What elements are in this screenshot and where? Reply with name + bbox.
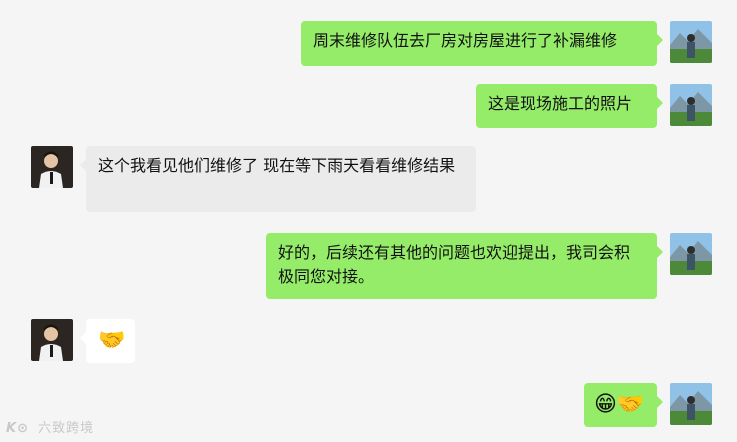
watermark-logo-icon: K⊙	[6, 421, 29, 436]
avatar-me[interactable]	[670, 84, 712, 126]
person-icon	[31, 146, 73, 188]
mountain-landscape-icon	[670, 21, 712, 63]
message-bubble-me[interactable]: 这是现场施工的照片	[476, 84, 663, 128]
mountain-landscape-icon	[670, 233, 712, 275]
mountain-landscape-icon	[670, 383, 712, 425]
avatar-me[interactable]	[670, 21, 712, 63]
avatar-other[interactable]	[31, 146, 73, 188]
avatar-me[interactable]	[670, 383, 712, 425]
message-bubble-other[interactable]: 🤝	[80, 319, 135, 363]
message-bubble-me[interactable]: 好的，后续还有其他的问题也欢迎提出，我司会积极同您对接。	[266, 233, 663, 299]
person-icon	[31, 319, 73, 361]
mountain-landscape-icon	[670, 84, 712, 126]
message-bubble-me[interactable]: 😁🤝	[584, 383, 663, 427]
message-bubble-me[interactable]: 周末维修队伍去厂房对房屋进行了补漏维修	[301, 21, 663, 66]
watermark: K⊙ 六致跨境	[6, 417, 94, 436]
watermark-text: 六致跨境	[38, 421, 95, 436]
avatar-other[interactable]	[31, 319, 73, 361]
avatar-me[interactable]	[670, 233, 712, 275]
message-bubble-other[interactable]: 这个我看见他们维修了 现在等下雨天看看维修结果	[80, 146, 476, 212]
